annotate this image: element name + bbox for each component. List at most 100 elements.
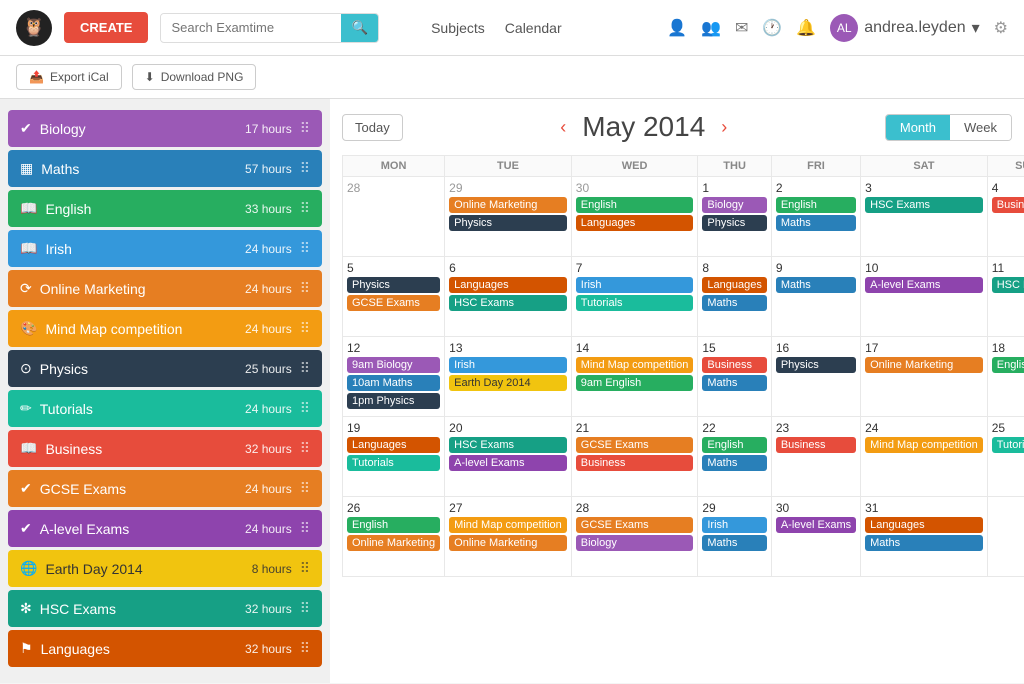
calendar-event[interactable]: Mind Map competition — [449, 517, 567, 533]
calendar-event[interactable]: Biology — [702, 197, 766, 213]
calendar-day-cell[interactable]: 13IrishEarth Day 2014 — [445, 337, 572, 417]
drag-handle-icon[interactable]: ⠿ — [300, 600, 310, 617]
calendar-event[interactable]: A-level Exams — [865, 277, 983, 293]
calendar-event[interactable]: Maths — [702, 455, 766, 471]
sidebar-item-earth[interactable]: 🌐 Earth Day 2014 8 hours ⠿ — [8, 550, 322, 587]
drag-handle-icon[interactable]: ⠿ — [300, 240, 310, 257]
calendar-event[interactable]: Maths — [702, 295, 766, 311]
user-info[interactable]: AL andrea.leyden ▾ — [830, 14, 979, 42]
sidebar-item-physics[interactable]: ⊙ Physics 25 hours ⠿ — [8, 350, 322, 387]
sidebar-item-languages[interactable]: ⚑ Languages 32 hours ⠿ — [8, 630, 322, 667]
drag-handle-icon[interactable]: ⠿ — [300, 400, 310, 417]
calendar-event[interactable]: HSC Exams — [992, 277, 1024, 293]
calendar-event[interactable]: Earth Day 2014 — [449, 375, 567, 391]
gear-icon[interactable]: ⚙ — [994, 18, 1008, 38]
calendar-event[interactable]: Physics — [347, 277, 440, 293]
calendar-link[interactable]: Calendar — [505, 20, 562, 36]
calendar-event[interactable]: Online Marketing — [347, 535, 440, 551]
calendar-event[interactable]: HSC Exams — [449, 295, 567, 311]
sidebar-item-mind-map[interactable]: 🎨 Mind Map competition 24 hours ⠿ — [8, 310, 322, 347]
drag-handle-icon[interactable]: ⠿ — [300, 640, 310, 657]
sidebar-item-irish[interactable]: 📖 Irish 24 hours ⠿ — [8, 230, 322, 267]
calendar-day-cell[interactable]: 24Mind Map competition — [861, 417, 988, 497]
drag-handle-icon[interactable]: ⠿ — [300, 440, 310, 457]
calendar-day-cell[interactable]: 20HSC ExamsA-level Exams — [445, 417, 572, 497]
calendar-day-cell[interactable]: 29IrishMaths — [698, 497, 771, 577]
calendar-event[interactable]: HSC Exams — [865, 197, 983, 213]
calendar-day-cell[interactable]: 4Business — [987, 177, 1024, 257]
month-view-button[interactable]: Month — [886, 115, 950, 140]
today-button[interactable]: Today — [342, 114, 403, 141]
calendar-event[interactable]: Physics — [702, 215, 766, 231]
calendar-day-cell[interactable]: 30A-level Exams — [771, 497, 860, 577]
calendar-event[interactable]: Tutorials — [347, 455, 440, 471]
calendar-event[interactable]: GCSE Exams — [576, 437, 694, 453]
calendar-day-cell[interactable]: 16Physics — [771, 337, 860, 417]
calendar-day-cell[interactable]: 3HSC Exams — [861, 177, 988, 257]
calendar-day-cell[interactable]: 23Business — [771, 417, 860, 497]
calendar-event[interactable]: Online Marketing — [449, 197, 567, 213]
download-png-button[interactable]: ⬇ Download PNG — [132, 64, 257, 90]
calendar-day-cell[interactable]: 28GCSE ExamsBiology — [571, 497, 698, 577]
calendar-event[interactable]: Languages — [702, 277, 766, 293]
calendar-event[interactable]: Business — [702, 357, 766, 373]
calendar-event[interactable]: Maths — [865, 535, 983, 551]
sidebar-item-biology[interactable]: ✔ Biology 17 hours ⠿ — [8, 110, 322, 147]
calendar-event[interactable]: Languages — [576, 215, 694, 231]
calendar-day-cell[interactable]: 15BusinessMaths — [698, 337, 771, 417]
calendar-day-cell[interactable]: 22EnglishMaths — [698, 417, 771, 497]
calendar-day-cell[interactable]: 27Mind Map competitionOnline Marketing — [445, 497, 572, 577]
sidebar-item-tutorials[interactable]: ✏ Tutorials 24 hours ⠿ — [8, 390, 322, 427]
calendar-day-cell[interactable]: 129am Biology10am Maths1pm Physics — [343, 337, 445, 417]
drag-handle-icon[interactable]: ⠿ — [300, 360, 310, 377]
calendar-day-cell[interactable]: 28 — [343, 177, 445, 257]
search-input[interactable] — [161, 14, 341, 41]
calendar-day-cell[interactable]: 11HSC Exams — [987, 257, 1024, 337]
calendar-day-cell[interactable]: 9Maths — [771, 257, 860, 337]
calendar-event[interactable]: Maths — [702, 375, 766, 391]
calendar-event[interactable]: Maths — [776, 277, 856, 293]
calendar-day-cell[interactable]: 5PhysicsGCSE Exams — [343, 257, 445, 337]
calendar-event[interactable]: A-level Exams — [449, 455, 567, 471]
group-icon[interactable]: 👥 — [701, 18, 721, 38]
calendar-event[interactable]: Business — [576, 455, 694, 471]
calendar-event[interactable]: Irish — [576, 277, 694, 293]
calendar-day-cell[interactable]: 26EnglishOnline Marketing — [343, 497, 445, 577]
calendar-event[interactable]: HSC Exams — [449, 437, 567, 453]
drag-handle-icon[interactable]: ⠿ — [300, 280, 310, 297]
calendar-day-cell[interactable]: 29Online MarketingPhysics — [445, 177, 572, 257]
bell-icon[interactable]: 🔔 — [796, 18, 816, 38]
calendar-day-cell[interactable]: 2EnglishMaths — [771, 177, 860, 257]
calendar-event[interactable]: Languages — [449, 277, 567, 293]
calendar-day-cell[interactable]: 17Online Marketing — [861, 337, 988, 417]
calendar-event[interactable]: 9am Biology — [347, 357, 440, 373]
drag-handle-icon[interactable]: ⠿ — [300, 480, 310, 497]
calendar-event[interactable]: A-level Exams — [776, 517, 856, 533]
calendar-event[interactable]: GCSE Exams — [576, 517, 694, 533]
drag-handle-icon[interactable]: ⠿ — [300, 560, 310, 577]
drag-handle-icon[interactable]: ⠿ — [300, 520, 310, 537]
calendar-day-cell[interactable]: 19LanguagesTutorials — [343, 417, 445, 497]
calendar-event[interactable]: Irish — [449, 357, 567, 373]
drag-handle-icon[interactable]: ⠿ — [300, 160, 310, 177]
calendar-event[interactable]: English — [992, 357, 1024, 373]
calendar-event[interactable]: Maths — [702, 535, 766, 551]
mail-icon[interactable]: ✉ — [735, 18, 748, 38]
calendar-day-cell[interactable]: 25Tutorials — [987, 417, 1024, 497]
calendar-event[interactable]: Maths — [776, 215, 856, 231]
calendar-event[interactable]: GCSE Exams — [347, 295, 440, 311]
calendar-day-cell[interactable]: 8LanguagesMaths — [698, 257, 771, 337]
calendar-event[interactable]: 9am English — [576, 375, 694, 391]
calendar-event[interactable]: 10am Maths — [347, 375, 440, 391]
calendar-day-cell[interactable]: 14Mind Map competition9am English — [571, 337, 698, 417]
history-icon[interactable]: 🕐 — [762, 18, 782, 38]
calendar-event[interactable]: Business — [776, 437, 856, 453]
calendar-day-cell[interactable]: 30EnglishLanguages — [571, 177, 698, 257]
create-button[interactable]: CREATE — [64, 12, 148, 43]
sidebar-item-business[interactable]: 📖 Business 32 hours ⠿ — [8, 430, 322, 467]
calendar-day-cell[interactable]: 1BiologyPhysics — [698, 177, 771, 257]
calendar-event[interactable]: Biology — [576, 535, 694, 551]
calendar-day-cell[interactable]: 10A-level Exams — [861, 257, 988, 337]
calendar-event[interactable]: Mind Map competition — [576, 357, 694, 373]
sidebar-item-hsc[interactable]: ✻ HSC Exams 32 hours ⠿ — [8, 590, 322, 627]
